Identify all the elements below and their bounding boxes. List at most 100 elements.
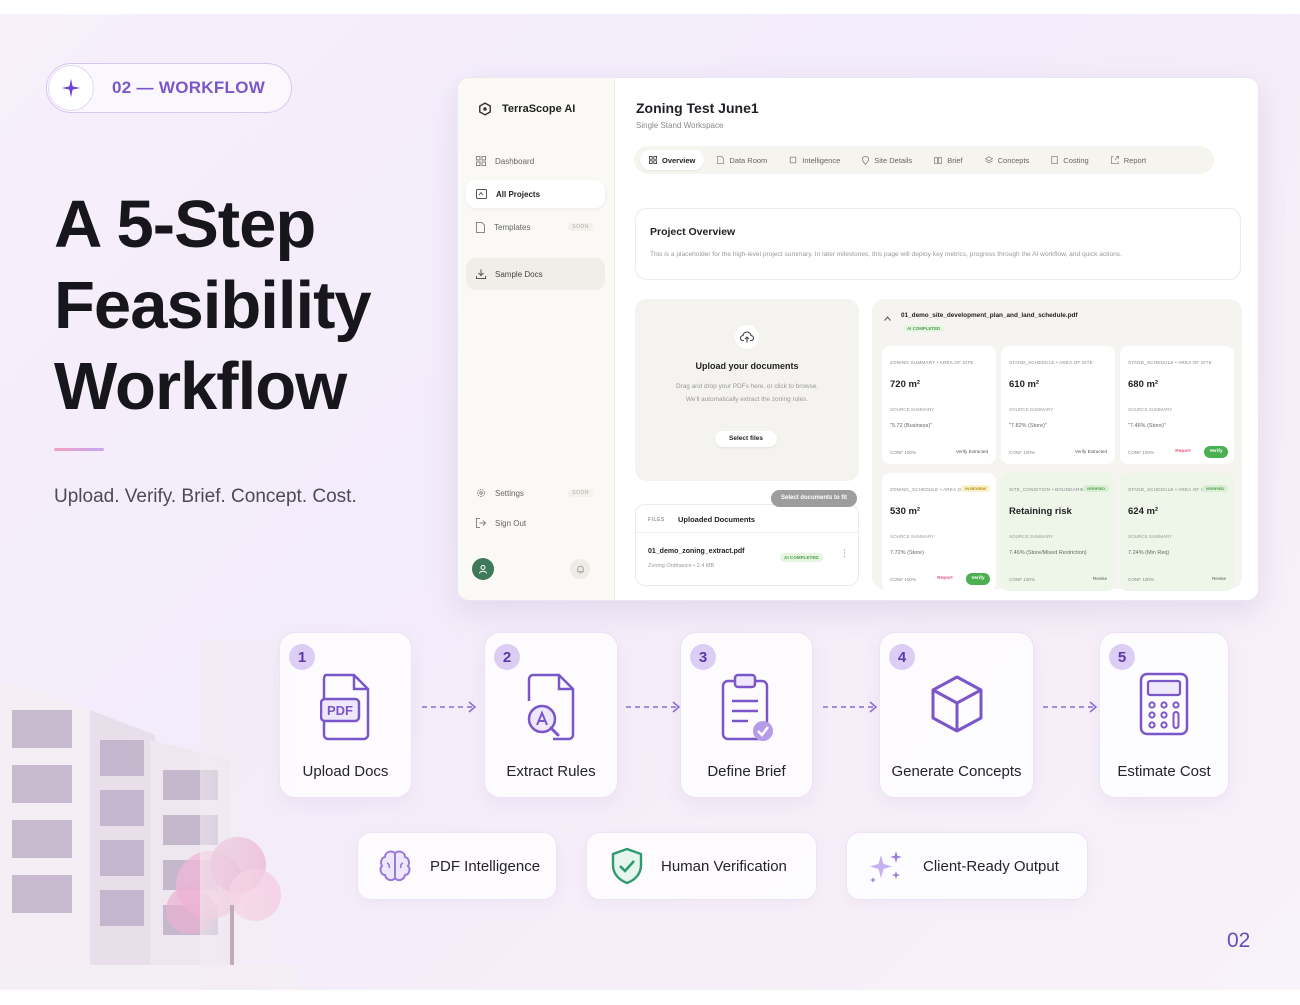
step-card-generate-concepts: 4 Generate Concepts xyxy=(879,632,1034,798)
tab-overview[interactable]: Overview xyxy=(640,150,705,170)
calculator-icon xyxy=(1139,672,1189,736)
status-badge: AI COMPLETED xyxy=(903,325,945,332)
cell-caption: STAND_SCHEDULE • AREA OF SITE xyxy=(1128,487,1212,492)
tab-intelligence[interactable]: Intelligence xyxy=(780,150,849,170)
step-label: Generate Concepts xyxy=(891,763,1022,780)
uploaded-documents-card: FILES Uploaded Documents 01_demo_zoning_… xyxy=(635,504,859,586)
step-label: Estimate Cost xyxy=(1117,763,1211,780)
avatar[interactable] xyxy=(472,558,494,580)
top-edge xyxy=(0,0,1300,14)
cube-icon xyxy=(931,675,982,733)
step-number: 3 xyxy=(690,644,716,670)
arrow-icon xyxy=(626,701,681,713)
tab-label: Costing xyxy=(1063,155,1089,165)
headline: A 5-Step Feasibility Workflow xyxy=(54,184,372,427)
clipboard-check-icon xyxy=(721,673,773,741)
cell-value: 530 m² xyxy=(890,506,921,517)
cell-quote: "5.72 (Business)" xyxy=(890,423,933,429)
page-number: 02 xyxy=(1227,929,1251,952)
app-window: TerraScope AI Dashboard All Projects Tem… xyxy=(457,77,1259,601)
shield-check-icon xyxy=(611,847,643,885)
cell-quote: 7.24% (Min Req) xyxy=(1128,550,1170,556)
sidebar-item-label: Dashboard xyxy=(495,156,535,166)
more-menu-icon[interactable]: ⋮ xyxy=(840,548,849,559)
tab-costing[interactable]: Costing xyxy=(1042,150,1097,170)
cell-source-label: SOURCE SUMMARY xyxy=(1128,534,1173,539)
step-label: Define Brief xyxy=(707,763,786,780)
arrow-icon xyxy=(422,701,477,713)
sidebar-item-sample-docs[interactable]: Sample Docs xyxy=(466,258,605,290)
sidebar-item-all-projects[interactable]: All Projects xyxy=(466,180,605,208)
cell-value: 624 m² xyxy=(1128,506,1159,517)
extraction-result-cell[interactable]: STAND_SCHEDULE • AREA OF SITE 610 m² SOURC… xyxy=(1001,346,1115,464)
cell-confidence: CONF 100% xyxy=(890,577,917,582)
sidebar-item-templates[interactable]: Templates SOON xyxy=(466,213,605,241)
folder-icon xyxy=(476,189,487,199)
sidebar-item-dashboard[interactable]: Dashboard xyxy=(466,147,605,175)
brand[interactable]: TerraScope AI xyxy=(478,102,575,116)
soon-badge: SOON xyxy=(568,223,593,231)
cell-action-link[interactable]: Verify Extracted xyxy=(1075,449,1107,454)
bottom-edge xyxy=(0,990,1300,1005)
cell-quote: "7.82% (Store)" xyxy=(1009,423,1047,429)
files-title: Uploaded Documents xyxy=(678,515,756,524)
sidebar-item-settings[interactable]: Settings SOON xyxy=(466,479,605,507)
tab-brief[interactable]: Brief xyxy=(925,150,971,170)
sparkle-icon xyxy=(48,65,94,111)
extraction-result-cell[interactable]: ZONING SUMMARY • AREA OF SITE 720 m² SOURC… xyxy=(882,346,996,464)
overview-title: Project Overview xyxy=(650,226,736,238)
file-name[interactable]: 01_demo_zoning_extract.pdf xyxy=(648,548,744,555)
sidebar-item-sign-out[interactable]: Sign Out xyxy=(466,509,605,537)
verify-button[interactable]: Verify xyxy=(1204,446,1228,458)
select-files-button[interactable]: Select files xyxy=(715,431,777,447)
cell-source-label: SOURCE SUMMARY xyxy=(890,407,935,412)
tab-concepts[interactable]: Concepts xyxy=(976,150,1039,170)
cell-value: 610 m² xyxy=(1009,379,1040,390)
soon-badge: SOON xyxy=(568,489,593,497)
calculator-icon xyxy=(1051,156,1058,164)
status-badge: IN REVIEW xyxy=(961,485,990,492)
user-icon xyxy=(479,565,487,574)
tab-report[interactable]: Report xyxy=(1102,150,1156,170)
extraction-result-cell[interactable]: STAND_SCHEDULE • AREA OF SITE 624 m² SOURC… xyxy=(1120,473,1234,591)
notification-button[interactable] xyxy=(570,559,590,579)
section-badge: 02 — WORKFLOW xyxy=(46,63,292,113)
feature-label: PDF Intelligence xyxy=(430,857,541,875)
select-documents-pill[interactable]: Select documents to fit xyxy=(771,490,857,507)
step-card-define-brief: 3 Define Brief xyxy=(680,632,813,798)
layers-icon xyxy=(984,156,993,164)
report-button[interactable]: Report xyxy=(932,573,958,585)
tab-data-room[interactable]: Data Room xyxy=(708,150,776,170)
extraction-result-cell[interactable]: STAND_SCHEDULE • AREA OF SITE 680 m² SOURC… xyxy=(1120,346,1234,464)
document-search-icon xyxy=(527,673,575,741)
sidebar-item-label: All Projects xyxy=(496,189,541,199)
cell-quote: "7.46% (Store)" xyxy=(1128,423,1166,429)
sparkles-icon xyxy=(870,851,902,883)
upload-dropzone[interactable]: Upload your documents Drag and drop your… xyxy=(635,299,859,481)
cell-source-label: SOURCE SUMMARY xyxy=(1009,407,1054,412)
arrow-icon xyxy=(1043,701,1098,713)
cell-quote: 7.46% (Store/Mixed Restriction) xyxy=(1009,550,1087,556)
verify-button[interactable]: Verify xyxy=(966,573,990,585)
divider xyxy=(636,532,858,533)
step-number: 4 xyxy=(889,644,915,670)
step-number: 2 xyxy=(494,644,520,670)
cell-source-label: SOURCE SUMMARY xyxy=(1128,407,1173,412)
tab-label: Overview xyxy=(662,155,696,165)
cell-action-link[interactable]: Revise xyxy=(1212,576,1226,581)
overview-text: This is a placeholder for the high-level… xyxy=(650,251,1122,258)
gear-icon xyxy=(477,489,485,497)
chevron-up-icon[interactable] xyxy=(884,316,891,321)
status-badge: VERIFIED xyxy=(1082,485,1109,492)
report-button[interactable]: Report xyxy=(1170,446,1196,458)
tab-label: Site Details xyxy=(874,155,913,165)
share-icon xyxy=(1110,156,1119,164)
cell-confidence: CONF 100% xyxy=(1128,450,1155,455)
logo-icon xyxy=(479,102,491,116)
cell-caption: STAND_SCHEDULE • AREA OF SITE xyxy=(1128,360,1212,365)
cell-action-link[interactable]: Verify Extracted xyxy=(956,449,988,454)
tab-site-details[interactable]: Site Details xyxy=(853,150,921,170)
cell-action-link[interactable]: Revise xyxy=(1093,576,1107,581)
extraction-result-cell[interactable]: SITE_CONDITION • BOUNDARIES Retaining ris… xyxy=(1001,473,1115,591)
extraction-result-cell[interactable]: ZONING_SCHEDULE • AREA OF SITE 530 m² SOUR… xyxy=(882,473,996,591)
